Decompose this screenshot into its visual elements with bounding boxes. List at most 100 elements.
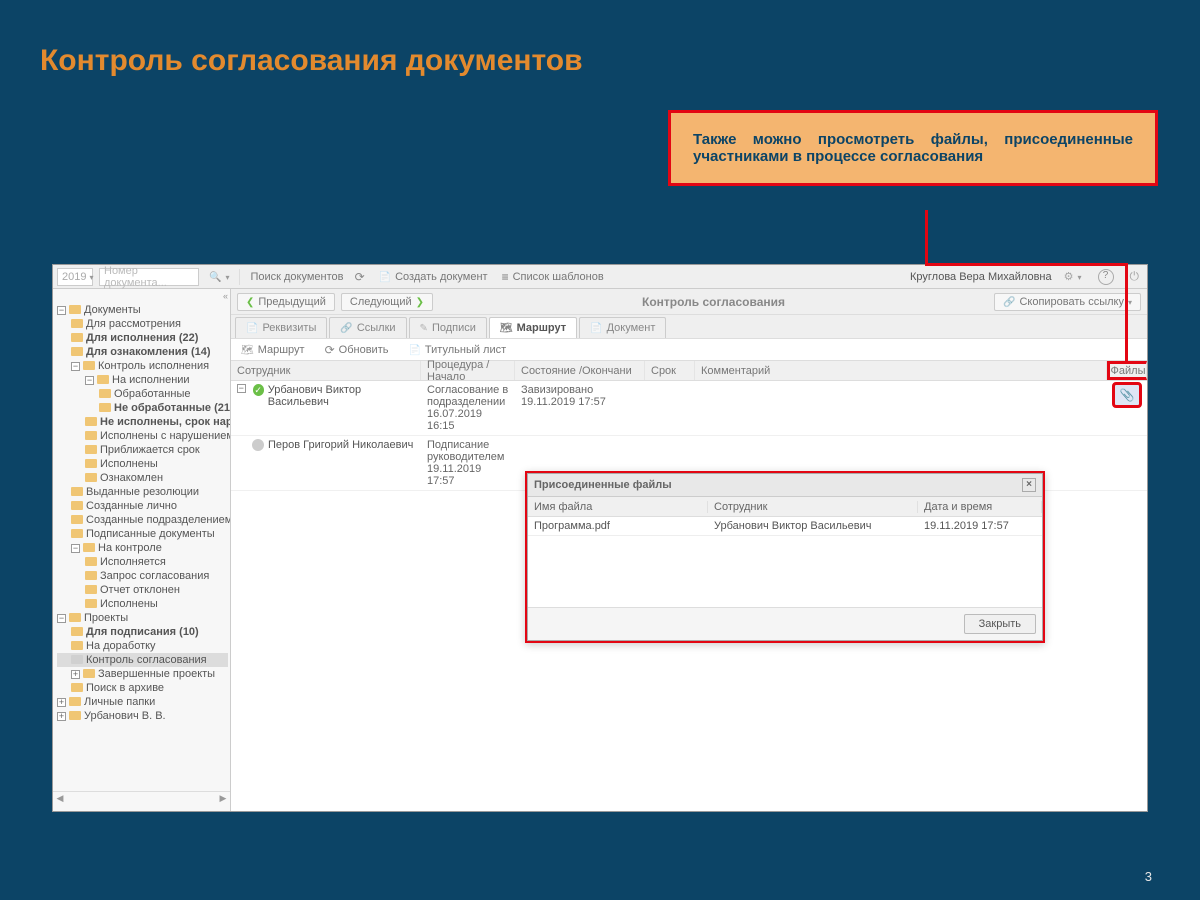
list-icon (502, 270, 509, 284)
link-icon (340, 322, 352, 334)
dialog-close-btn[interactable]: Закрыть (964, 614, 1036, 634)
tab-signatures[interactable]: Подписи (409, 317, 487, 338)
tree-node-documents[interactable]: −Документы (57, 303, 228, 317)
refresh-icon (325, 343, 335, 357)
status-ok-icon (253, 384, 264, 396)
tree-node[interactable]: Подписанные документы (57, 527, 228, 541)
table-row[interactable]: − Урбанович Виктор Васильевич Согласован… (231, 381, 1147, 436)
refresh-button[interactable]: Обновить (321, 341, 393, 359)
tree-node[interactable]: Исполнены (57, 597, 228, 611)
logout-button[interactable] (1126, 267, 1144, 286)
route-icon (241, 344, 254, 356)
tree-node[interactable]: Не обработанные (21) (57, 401, 228, 415)
year-select[interactable]: 2019 (57, 268, 93, 286)
tree-node[interactable]: −На исполнении (57, 373, 228, 387)
create-doc-button[interactable]: Создать документ (375, 269, 492, 285)
title-page-button[interactable]: Титульный лист (404, 342, 510, 358)
tree-node[interactable]: На доработку (57, 639, 228, 653)
col-state[interactable]: Состояние /Окончани (515, 361, 645, 380)
col-procedure[interactable]: Процедура /Начало (421, 361, 515, 380)
prev-button[interactable]: Предыдущий (237, 293, 335, 311)
chevron-down-icon (1128, 296, 1132, 308)
help-button[interactable] (1094, 267, 1118, 287)
route-toolbar: Маршрут Обновить Титульный лист (231, 339, 1147, 361)
arrow-right-icon (416, 296, 424, 308)
tree-node-on-control[interactable]: −На контроле (57, 541, 228, 555)
link-icon (1003, 296, 1015, 308)
copy-link-button[interactable]: Скопировать ссылку (994, 293, 1141, 311)
expand-icon[interactable]: − (237, 384, 246, 393)
next-button[interactable]: Следующий (341, 293, 433, 311)
tree-node[interactable]: Запрос согласования (57, 569, 228, 583)
doc-number-input[interactable]: Номер документа... (99, 268, 199, 286)
tree-node[interactable]: +Урбанович В. В. (57, 709, 228, 723)
tree-node[interactable]: Для ознакомления (14) (57, 345, 228, 359)
tree-node[interactable]: Приближается срок (57, 443, 228, 457)
search-button[interactable] (205, 269, 233, 285)
tab-links[interactable]: Ссылки (329, 317, 406, 338)
tab-route[interactable]: Маршрут (489, 317, 577, 338)
dcol-employee[interactable]: Сотрудник (708, 501, 918, 513)
procedure-cell: Согласование в подразделении 16.07.2019 … (421, 381, 515, 435)
tree-node[interactable]: +Личные папки (57, 695, 228, 709)
help-icon (1098, 269, 1114, 285)
col-deadline[interactable]: Срок (645, 361, 695, 380)
tab-requisites[interactable]: Реквизиты (235, 317, 327, 338)
dialog-title-text: Присоединенные файлы (534, 479, 672, 491)
settings-button[interactable] (1060, 268, 1086, 285)
dialog-footer: Закрыть (528, 607, 1042, 640)
col-employee[interactable]: Сотрудник (231, 361, 421, 380)
files-indicator[interactable] (1114, 384, 1141, 406)
tree-node[interactable]: +Завершенные проекты (57, 667, 228, 681)
tree-node[interactable]: Исполняется (57, 555, 228, 569)
tree-node[interactable]: Созданные лично (57, 499, 228, 513)
employee-name: Перов Григорий Николаевич (268, 439, 413, 451)
callout-connector (925, 210, 928, 265)
tree-node[interactable]: Исполнены (57, 457, 228, 471)
tab-document[interactable]: Документ (579, 317, 666, 338)
document-icon (379, 271, 391, 283)
tree-node[interactable]: Созданные подразделением (57, 513, 228, 527)
tree-node-projects[interactable]: −Проекты (57, 611, 228, 625)
record-title: Контроль согласования (439, 295, 988, 309)
tree-node[interactable]: Для исполнения (22) (57, 331, 228, 345)
dialog-close-button[interactable]: × (1022, 478, 1036, 492)
dialog-row[interactable]: Программа.pdf Урбанович Виктор Васильеви… (528, 517, 1042, 536)
templates-button[interactable]: Список шаблонов (498, 268, 608, 286)
tree-node[interactable]: Отчет отклонен (57, 583, 228, 597)
dcol-date[interactable]: Дата и время (918, 501, 1042, 513)
dialog-grid-body: Программа.pdf Урбанович Виктор Васильеви… (528, 517, 1042, 607)
col-comment[interactable]: Комментарий (695, 361, 1107, 380)
tree-node[interactable]: Не исполнены, срок наруш (57, 415, 228, 429)
tree-node[interactable]: Для подписания (10) (57, 625, 228, 639)
procedure-cell: Подписание руководителем 19.11.2019 17:5… (421, 436, 515, 490)
tree-node[interactable]: Выданные резолюции (57, 485, 228, 499)
state-cell: Завизировано 19.11.2019 17:57 (515, 381, 645, 435)
tree-node-control-exec[interactable]: −Контроль исполнения (57, 359, 228, 373)
employee-name: Урбанович Виктор Васильевич (268, 384, 415, 408)
tree-node[interactable]: Поиск в архиве (57, 681, 228, 695)
tree-node[interactable]: Ознакомлен (57, 471, 228, 485)
tree-node-control-approval[interactable]: Контроль согласования (57, 653, 228, 667)
folder-tree: −Документы Для рассмотрения Для исполнен… (53, 289, 230, 791)
route-icon (500, 322, 513, 334)
document-icon (246, 322, 258, 334)
dialog-grid-header: Имя файла Сотрудник Дата и время (528, 497, 1042, 517)
tree-node[interactable]: Для рассмотрения (57, 317, 228, 331)
app-window: 2019 Номер документа... Поиск документов… (52, 264, 1148, 812)
search-docs-button[interactable]: Поиск документов (246, 268, 368, 286)
callout-text: Также можно просмотреть файлы, присоедин… (693, 131, 1133, 165)
col-files[interactable]: Файлы (1107, 361, 1147, 380)
route-button[interactable]: Маршрут (237, 342, 309, 358)
file-date: 19.11.2019 17:57 (918, 517, 1042, 535)
dialog-titlebar: Присоединенные файлы × (528, 474, 1042, 497)
callout-box: Также можно просмотреть файлы, присоедин… (668, 110, 1158, 186)
gear-icon (1064, 270, 1074, 283)
tree-node[interactable]: Обработанные (57, 387, 228, 401)
sidebar-scrollbar[interactable]: ◀▶ (53, 791, 230, 805)
dcol-filename[interactable]: Имя файла (528, 501, 708, 513)
chevron-down-icon (225, 271, 229, 283)
tree-node[interactable]: Исполнены с нарушением срок (57, 429, 228, 443)
files-cell[interactable] (1107, 381, 1147, 435)
sidebar-collapse-button[interactable]: « (223, 291, 228, 301)
